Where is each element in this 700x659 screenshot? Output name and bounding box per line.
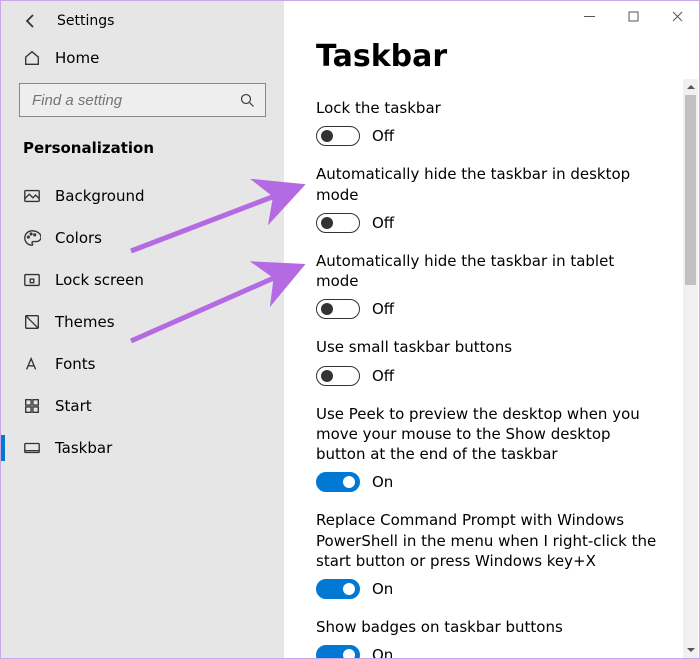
nav-label: Start	[55, 397, 92, 415]
sidebar-item-taskbar[interactable]: Taskbar	[1, 427, 284, 469]
sidebar-home[interactable]: Home	[1, 39, 284, 77]
scroll-down-icon[interactable]	[683, 642, 698, 658]
setting-label: Lock the taskbar	[316, 98, 659, 118]
toggle-state: Off	[372, 214, 394, 232]
window-controls	[567, 1, 699, 31]
toggle-badges[interactable]	[316, 645, 360, 658]
scroll-up-icon[interactable]	[683, 79, 698, 95]
maximize-button[interactable]	[611, 1, 655, 31]
main-content: Taskbar Lock the taskbar Off Automatical…	[284, 1, 699, 658]
sidebar-item-fonts[interactable]: Fonts	[1, 343, 284, 385]
toggle-state: Off	[372, 127, 394, 145]
setting-peek: Use Peek to preview the desktop when you…	[316, 404, 659, 493]
home-icon	[23, 49, 41, 67]
toggle-lock-taskbar[interactable]	[316, 126, 360, 146]
minimize-button[interactable]	[567, 1, 611, 31]
setting-lock-taskbar: Lock the taskbar Off	[316, 98, 659, 146]
close-button[interactable]	[655, 1, 699, 31]
lockscreen-icon	[23, 271, 41, 289]
home-label: Home	[55, 49, 99, 67]
toggle-state: On	[372, 473, 393, 491]
scroll-thumb[interactable]	[685, 95, 696, 285]
back-icon[interactable]	[23, 13, 39, 29]
sidebar-item-lockscreen[interactable]: Lock screen	[1, 259, 284, 301]
picture-icon	[23, 187, 41, 205]
setting-label: Use small taskbar buttons	[316, 337, 659, 357]
search-icon	[240, 93, 255, 108]
nav-label: Background	[55, 187, 145, 205]
toggle-state: On	[372, 646, 393, 658]
toggle-peek[interactable]	[316, 472, 360, 492]
window-title: Settings	[57, 13, 114, 29]
setting-autohide-tablet: Automatically hide the taskbar in tablet…	[316, 251, 659, 320]
setting-label: Automatically hide the taskbar in deskto…	[316, 164, 659, 205]
setting-autohide-desktop: Automatically hide the taskbar in deskto…	[316, 164, 659, 233]
nav-label: Lock screen	[55, 271, 144, 289]
toggle-powershell[interactable]	[316, 579, 360, 599]
toggle-small-buttons[interactable]	[316, 366, 360, 386]
sidebar-item-colors[interactable]: Colors	[1, 217, 284, 259]
category-label: Personalization	[1, 131, 284, 175]
nav-label: Taskbar	[55, 439, 112, 457]
scroll-track[interactable]	[683, 95, 698, 642]
setting-powershell: Replace Command Prompt with Windows Powe…	[316, 510, 659, 599]
setting-label: Use Peek to preview the desktop when you…	[316, 404, 659, 465]
toggle-state: Off	[372, 367, 394, 385]
toggle-autohide-tablet[interactable]	[316, 299, 360, 319]
toggle-state: On	[372, 580, 393, 598]
search-input[interactable]	[30, 91, 221, 110]
taskbar-icon	[23, 439, 41, 457]
setting-small-buttons: Use small taskbar buttons Off	[316, 337, 659, 385]
nav-list: Background Colors Lock screen Themes Fon…	[1, 175, 284, 469]
setting-label: Automatically hide the taskbar in tablet…	[316, 251, 659, 292]
nav-label: Themes	[55, 313, 115, 331]
themes-icon	[23, 313, 41, 331]
search-box[interactable]	[19, 83, 266, 117]
fonts-icon	[23, 355, 41, 373]
sidebar-item-background[interactable]: Background	[1, 175, 284, 217]
sidebar-item-start[interactable]: Start	[1, 385, 284, 427]
toggle-autohide-desktop[interactable]	[316, 213, 360, 233]
setting-label: Show badges on taskbar buttons	[316, 617, 659, 637]
toggle-state: Off	[372, 300, 394, 318]
scrollbar[interactable]	[683, 79, 698, 658]
start-icon	[23, 397, 41, 415]
sidebar: Settings Home Personalization Background…	[1, 1, 284, 658]
sidebar-item-themes[interactable]: Themes	[1, 301, 284, 343]
setting-badges: Show badges on taskbar buttons On	[316, 617, 659, 658]
nav-label: Fonts	[55, 355, 95, 373]
setting-label: Replace Command Prompt with Windows Powe…	[316, 510, 659, 571]
palette-icon	[23, 229, 41, 247]
page-title: Taskbar	[316, 39, 659, 74]
nav-label: Colors	[55, 229, 102, 247]
